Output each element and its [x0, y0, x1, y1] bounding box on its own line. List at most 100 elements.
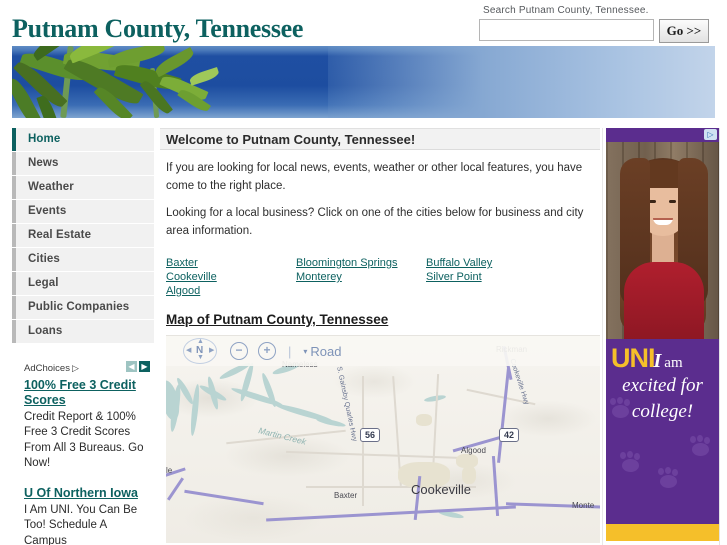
search-row: Go >> — [479, 19, 719, 43]
sidebar-item-label: Legal — [28, 277, 59, 290]
city-link[interactable]: Buffalo Valley — [426, 256, 556, 270]
search-input[interactable] — [479, 19, 654, 41]
uni-i-text: I — [653, 350, 662, 372]
adchoices-icon[interactable]: ▷ — [704, 129, 717, 140]
center-column: Welcome to Putnam County, Tennessee! If … — [160, 128, 600, 543]
ad-photo — [606, 142, 719, 339]
paw-print-icon — [688, 435, 714, 457]
adchoices-label-wrap[interactable]: AdChoices ▷ — [24, 358, 79, 376]
city-link[interactable]: Baxter — [166, 256, 296, 270]
ad-tagline-line2: excited for — [622, 375, 703, 396]
sidebar-item-label: Loans — [28, 325, 63, 338]
sidebar-item-events[interactable]: Events — [12, 200, 154, 224]
ad-text-block: UNI I am excited for college! — [606, 339, 719, 524]
map-place-label: Monte — [572, 501, 595, 510]
pan-up-icon[interactable]: ▲ — [197, 338, 204, 345]
ad-title-link[interactable]: 100% Free 3 Credit Scores — [24, 378, 150, 408]
ad-body-text: Credit Report & 100% Free 3 Credit Score… — [24, 410, 144, 470]
ad-tagline-line3: college! — [631, 401, 694, 422]
ad-next-arrow-icon[interactable]: ▶ — [139, 361, 150, 372]
page-right-divider — [719, 128, 720, 545]
welcome-panel-header: Welcome to Putnam County, Tennessee! — [160, 128, 600, 150]
map-widget[interactable]: ▲ ▼ ◀ ▶ N − + | ▾ Road 56 42 Algood Cook… — [166, 335, 600, 543]
ad-title-link[interactable]: U Of Northern Iowa — [24, 486, 150, 501]
paw-print-icon — [618, 451, 644, 473]
map-place-label: Algood — [461, 446, 486, 455]
left-ad-block: AdChoices ▷ ◀ ▶ 100% Free 3 Credit Scores… — [12, 358, 154, 545]
compass-control[interactable]: ▲ ▼ ◀ ▶ N — [180, 338, 220, 364]
adchoices-row: AdChoices ▷ ◀ ▶ — [24, 358, 150, 376]
ad-body-text: I Am UNI. You Can Be Too! Schedule A Cam… — [24, 503, 138, 545]
site-title: Putnam County, Tennessee — [12, 14, 304, 43]
sidebar-item-legal[interactable]: Legal — [12, 272, 154, 296]
adchoices-triangle-icon: ▷ — [71, 362, 79, 373]
sidebar-item-label: Home — [28, 133, 61, 146]
highway-shield: 56 — [360, 428, 381, 442]
sidebar-item-label: Weather — [28, 181, 74, 194]
sidebar-item-weather[interactable]: Weather — [12, 176, 154, 200]
toolbar-separator: | — [288, 343, 292, 359]
main-navigation: Home News Weather Events Real Estate Cit… — [12, 128, 154, 344]
map-view-mode-label: Road — [310, 343, 342, 359]
pan-right-icon[interactable]: ▶ — [209, 346, 214, 354]
city-link[interactable]: Algood — [166, 284, 296, 298]
eye-left — [649, 200, 656, 203]
shirt-shape — [624, 262, 704, 339]
highway-shield: 42 — [499, 428, 520, 442]
page-title: Welcome to Putnam County, Tennessee! — [166, 131, 416, 147]
paw-print-icon — [656, 467, 682, 489]
sidebar-item-cities[interactable]: Cities — [12, 248, 154, 272]
sidebar-item-home[interactable]: Home — [12, 128, 154, 152]
sidebar-item-label: Cities — [28, 253, 60, 266]
search-go-button[interactable]: Go >> — [659, 19, 709, 43]
compass-north-label: N — [196, 345, 204, 356]
banner-sky-gradient — [328, 46, 715, 118]
chevron-down-icon: ▾ — [303, 346, 308, 356]
uni-banner-ad[interactable]: ▷ UNI I am excited for college! — [606, 128, 719, 541]
ad-carousel-arrows: ◀ ▶ — [126, 361, 150, 372]
sidebar-item-public-companies[interactable]: Public Companies — [12, 296, 154, 320]
map-place-label-primary: Cookeville — [411, 482, 471, 497]
column-divider — [602, 128, 603, 545]
urban-area — [416, 414, 432, 426]
banner-image — [12, 46, 715, 118]
page-root: Putnam County, Tennessee Search Putnam C… — [0, 0, 727, 545]
city-link[interactable]: Silver Point — [426, 270, 556, 284]
intro-paragraph-2: Looking for a local business? Click on o… — [166, 207, 584, 237]
sidebar-item-real-estate[interactable]: Real Estate — [12, 224, 154, 248]
uni-am-text: am — [664, 355, 683, 371]
neck-shape — [652, 232, 674, 266]
ad-top-bar — [606, 128, 719, 142]
city-link[interactable]: Bloomington Springs — [296, 256, 426, 270]
ad-prev-arrow-icon[interactable]: ◀ — [126, 361, 137, 372]
map-place-label: le — [166, 466, 173, 475]
right-ad-column: ▷ UNI I am excited for college! — [606, 128, 719, 543]
intro-paragraph-1: If you are looking for local news, event… — [166, 162, 583, 192]
site-header: Putnam County, Tennessee Search Putnam C… — [0, 0, 727, 44]
pan-left-icon[interactable]: ◀ — [186, 346, 191, 354]
city-link[interactable]: Monterey — [296, 270, 426, 284]
eye-right — [669, 200, 676, 203]
uni-logo-text: UNI — [611, 343, 655, 373]
map-place-label: Baxter — [334, 491, 358, 500]
map-toolbar: ▲ ▼ ◀ ▶ N − + | ▾ Road — [166, 336, 600, 366]
sidebar-item-label: News — [28, 157, 59, 170]
uni-logo-row: UNI I am — [611, 345, 714, 373]
sidebar-item-label: Events — [28, 205, 67, 218]
sidebar-item-news[interactable]: News — [12, 152, 154, 176]
adchoices-label: AdChoices — [24, 362, 70, 374]
city-link[interactable]: Cookeville — [166, 270, 296, 284]
search-label: Search Putnam County, Tennessee. — [483, 5, 649, 16]
city-links-grid: Baxter Bloomington Springs Buffalo Valle… — [166, 256, 600, 298]
map-view-mode-selector[interactable]: ▾ Road — [303, 344, 341, 359]
zoom-out-button[interactable]: − — [230, 342, 248, 360]
left-column: Home News Weather Events Real Estate Cit… — [12, 128, 154, 545]
ad-bottom-bar — [606, 524, 719, 541]
map-section-heading: Map of Putnam County, Tennessee — [166, 312, 389, 327]
sidebar-item-label: Real Estate — [28, 229, 92, 242]
content-area: Home News Weather Events Real Estate Cit… — [0, 128, 727, 545]
sidebar-item-label: Public Companies — [28, 301, 130, 314]
search-area: Search Putnam County, Tennessee. Go >> — [479, 5, 719, 43]
zoom-in-button[interactable]: + — [258, 342, 276, 360]
sidebar-item-loans[interactable]: Loans — [12, 320, 154, 344]
